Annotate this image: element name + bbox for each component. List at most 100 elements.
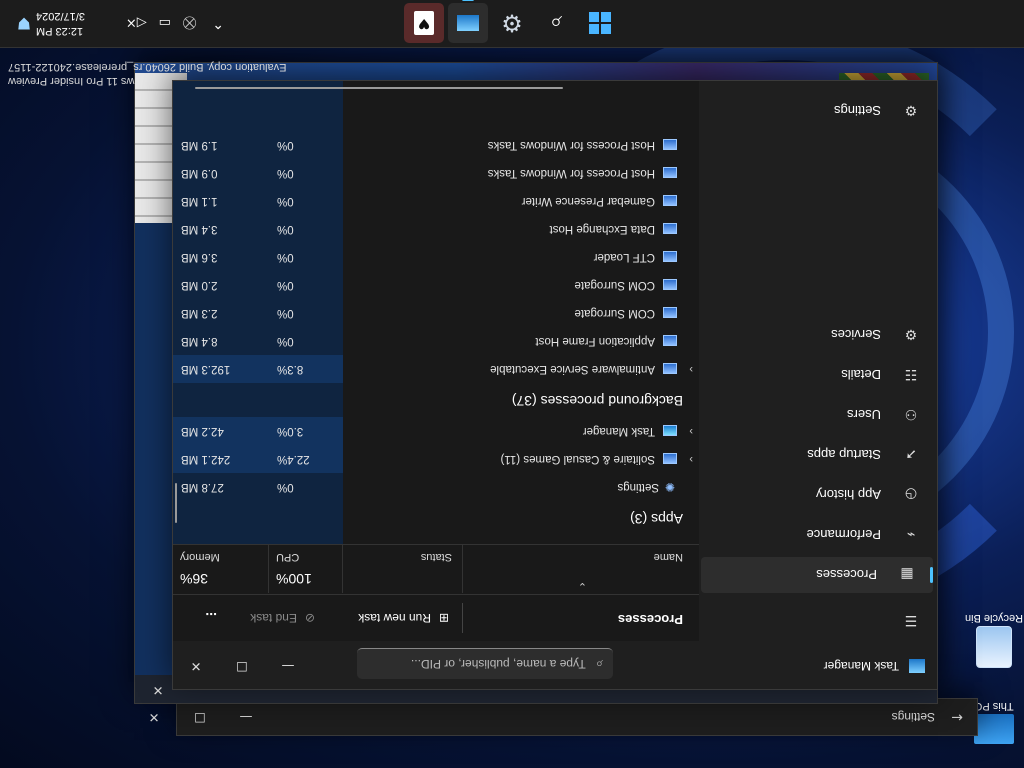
expand-chevron-icon[interactable]: › <box>689 355 693 383</box>
process-memory: 8.4 MB <box>181 335 218 347</box>
process-name: Host Process for Windows Tasks <box>487 167 655 179</box>
expand-chevron-icon[interactable]: › <box>689 445 693 473</box>
battery-icon[interactable]: ▭ <box>159 16 171 31</box>
process-row[interactable]: › Solitaire & Casual Games (11) 22.4% 24… <box>173 445 699 473</box>
task-manager-process-icon <box>663 425 677 436</box>
process-row[interactable]: Host Process for Windows Tasks 0% 0.9 MB <box>173 159 699 187</box>
maximize-button[interactable]: ☐ <box>177 702 223 732</box>
process-cpu: 3.0% <box>269 417 343 445</box>
sidebar-item-details[interactable]: ☷ Details <box>701 357 937 393</box>
column-header-memory[interactable]: 36% Memory <box>172 545 269 593</box>
back-arrow-icon[interactable]: ← <box>951 709 963 725</box>
minimize-button[interactable]: — <box>223 702 269 732</box>
process-name: Application Frame Host <box>535 335 655 347</box>
sidebar-item-label: Processes <box>816 567 877 583</box>
sidebar-item-startup-apps[interactable]: ➚ Startup apps <box>701 437 937 473</box>
sidebar-item-settings[interactable]: ⚙ Settings <box>701 93 937 129</box>
process-cpu: 0% <box>277 279 294 291</box>
sidebar-item-label: App history <box>815 487 881 503</box>
sidebar-item-label: Settings <box>834 103 881 119</box>
expand-chevron-icon[interactable]: › <box>689 417 693 445</box>
volume-muted-icon[interactable]: ◁× <box>126 16 147 31</box>
sidebar-item-app-history[interactable]: ◷ App history <box>701 477 937 513</box>
process-row[interactable]: Application Frame Host 0% 8.4 MB <box>173 327 699 355</box>
process-cpu: 22.4% <box>269 445 343 473</box>
clock[interactable]: 12:23 PM 3/17/2024 <box>36 0 96 47</box>
process-row[interactable]: › Antimalware Service Executable 8.3% 19… <box>173 355 699 383</box>
process-row[interactable]: Data Exchange Host 0% 3.4 MB <box>173 215 699 243</box>
more-options-button[interactable]: ... <box>205 603 217 633</box>
column-header-status[interactable]: Status <box>342 545 463 593</box>
task-manager-window[interactable]: Task Manager ⌕ Type a name, publisher, o… <box>172 80 938 690</box>
sidebar-item-performance[interactable]: ⌁ Performance <box>701 517 937 553</box>
sort-chevron-icon: ⌄ <box>577 580 587 592</box>
solitaire-icon: ♥ <box>414 11 434 35</box>
sidebar-item-processes[interactable]: ▦ Processes <box>701 557 933 593</box>
process-name: Data Exchange Host <box>549 223 655 235</box>
details-icon: ☷ <box>904 367 918 384</box>
apps-section-header: Apps (3) <box>630 511 683 527</box>
taskbar-start-button[interactable] <box>580 3 620 43</box>
process-icon <box>663 139 677 150</box>
run-new-task-label: Run new task <box>358 611 431 625</box>
process-cpu: 0% <box>277 251 294 263</box>
vertical-scrollbar[interactable] <box>175 483 177 523</box>
close-button[interactable]: ✕ <box>131 702 177 732</box>
hamburger-menu-button[interactable]: ☰ <box>701 603 937 639</box>
title-bar: Task Manager ⌕ Type a name, publisher, o… <box>173 641 937 689</box>
process-icon <box>663 251 677 262</box>
sidebar-item-label: Users <box>847 407 881 423</box>
process-row[interactable]: › Task Manager 3.0% 42.2 MB <box>173 417 699 445</box>
sidebar-item-services[interactable]: ⚙ Services <box>701 317 937 353</box>
column-header-label: CPU <box>276 551 300 563</box>
system-tray: ⌃ ⛒ ▭ ◁× <box>126 0 224 47</box>
taskbar-settings-button[interactable]: ⚙ <box>492 3 532 43</box>
settings-window-title: Settings <box>891 710 935 724</box>
page-title: Processes <box>617 612 683 627</box>
network-icon[interactable]: ⛒ <box>183 16 196 31</box>
end-task-button[interactable]: ⊘ End task <box>250 603 315 633</box>
solitaire-app-icon <box>663 453 677 464</box>
sidebar-item-users[interactable]: ⚇ Users <box>701 397 937 433</box>
header-divider <box>173 544 699 545</box>
taskbar-task-manager-button[interactable] <box>448 0 488 43</box>
command-bar: Processes ⊞ Run new task ⊘ End task ... <box>173 594 699 641</box>
sidebar-item-label: Performance <box>806 527 881 543</box>
desktop-icon-recycle-bin[interactable]: Recycle Bin <box>964 612 1024 668</box>
taskbar-search-button[interactable]: ⌕ <box>536 3 576 43</box>
watermark-line: ws 11 Pro Insider Preview <box>8 75 135 87</box>
performance-icon: ⌁ <box>906 527 916 544</box>
process-cpu: 0% <box>277 167 294 179</box>
copilot-button[interactable]: ⛊ <box>18 0 30 47</box>
process-icon <box>663 307 677 318</box>
process-icon <box>663 279 677 290</box>
run-task-icon: ⊞ <box>438 611 449 625</box>
column-header-name[interactable]: ⌄ Name <box>463 545 699 593</box>
process-row[interactable]: ✺ Settings 0% 27.8 MB <box>173 473 699 501</box>
process-memory: 1.1 MB <box>181 195 218 207</box>
process-row[interactable]: Gamebar Presence Writer 0% 1.1 MB <box>173 187 699 215</box>
search-icon: ⌕ <box>595 657 603 672</box>
process-row[interactable]: COM Surrogate 0% 2.3 MB <box>173 299 699 327</box>
task-manager-icon <box>457 15 479 31</box>
process-row[interactable]: COM Surrogate 0% 2.0 MB <box>173 271 699 299</box>
run-new-task-button[interactable]: ⊞ Run new task <box>358 603 449 633</box>
column-header-cpu[interactable]: 100% CPU <box>268 545 343 593</box>
process-name: Gamebar Presence Writer <box>521 195 655 207</box>
search-input[interactable]: ⌕ Type a name, publisher, or PID... <box>357 648 613 679</box>
minimize-button[interactable]: — <box>265 643 311 689</box>
process-name: Solitaire & Casual Games (11) <box>500 453 655 465</box>
process-icon <box>663 363 677 374</box>
process-memory: 242.1 MB <box>173 445 269 473</box>
sidebar-item-label: Details <box>841 367 881 383</box>
settings-app-icon: ✺ <box>664 480 675 494</box>
close-button[interactable]: ✕ <box>173 643 219 689</box>
column-header-label: Status <box>420 551 452 563</box>
taskbar-solitaire-button[interactable]: ♥ <box>404 3 444 43</box>
active-indicator <box>462 0 474 1</box>
maximize-button[interactable]: ☐ <box>219 643 265 689</box>
process-row[interactable]: Host Process for Windows Tasks 0% 1.9 MB <box>173 131 699 159</box>
process-row[interactable]: CTF Loader 0% 3.6 MB <box>173 243 699 271</box>
process-icon <box>663 167 677 178</box>
chevron-up-icon[interactable]: ⌃ <box>212 15 224 31</box>
